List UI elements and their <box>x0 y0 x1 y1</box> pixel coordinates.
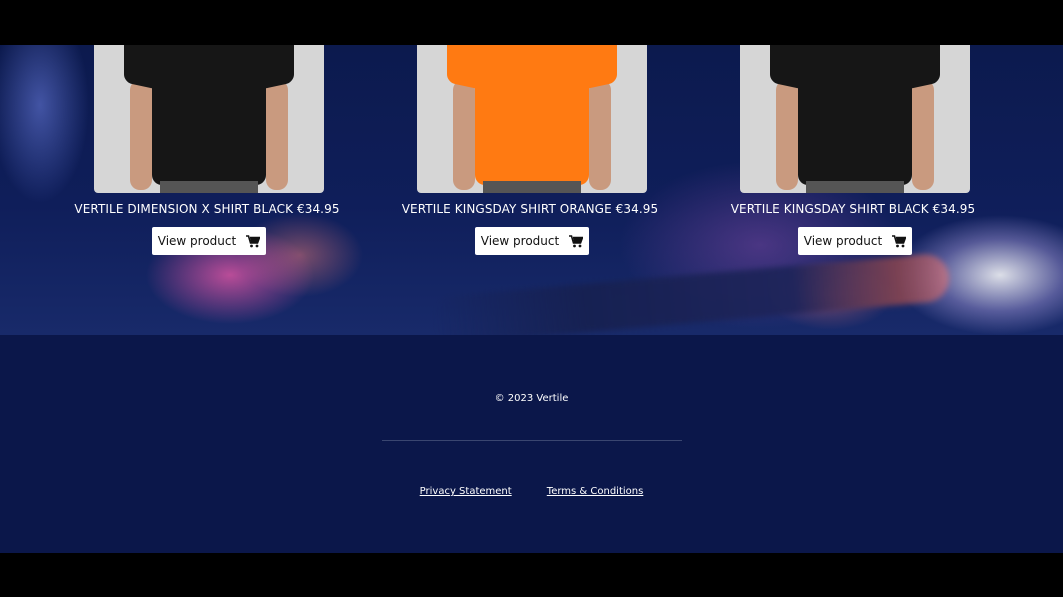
top-bar <box>0 0 1063 45</box>
tshirt-illustration <box>770 45 940 193</box>
shopping-cart-icon <box>246 234 261 247</box>
footer-links: Privacy Statement Terms & Conditions <box>0 479 1063 498</box>
product-card: VERTILE KINGSDAY SHIRT ORANGE €34.95 Vie… <box>380 45 680 275</box>
tshirt-illustration <box>124 45 294 193</box>
view-product-button[interactable]: View product <box>152 227 266 255</box>
view-product-button[interactable]: View product <box>798 227 912 255</box>
product-image[interactable] <box>417 45 647 193</box>
product-title: VERTILE DIMENSION X SHIRT BLACK €34.95 <box>74 202 340 216</box>
product-image[interactable] <box>740 45 970 193</box>
view-product-label: View product <box>803 234 883 248</box>
shopping-cart-icon <box>892 234 907 247</box>
product-grid: VERTILE DIMENSION X SHIRT BLACK €34.95 V… <box>0 45 1063 335</box>
product-section: VERTILE DIMENSION X SHIRT BLACK €34.95 V… <box>0 45 1063 335</box>
tshirt-illustration <box>447 45 617 193</box>
product-image[interactable] <box>94 45 324 193</box>
shopping-cart-icon <box>569 234 584 247</box>
view-product-label: View product <box>480 234 560 248</box>
site-footer: © 2023 Vertile Privacy Statement Terms &… <box>0 335 1063 553</box>
footer-divider <box>382 440 682 441</box>
privacy-statement-link[interactable]: Privacy Statement <box>420 486 512 497</box>
product-title: VERTILE KINGSDAY SHIRT BLACK €34.95 <box>730 202 976 216</box>
product-card: VERTILE KINGSDAY SHIRT BLACK €34.95 View… <box>703 45 1003 275</box>
bottom-bar <box>0 553 1063 597</box>
view-product-button[interactable]: View product <box>475 227 589 255</box>
copyright-text: © 2023 Vertile <box>494 393 569 404</box>
terms-conditions-link[interactable]: Terms & Conditions <box>547 486 644 497</box>
product-title: VERTILE KINGSDAY SHIRT ORANGE €34.95 <box>401 202 659 216</box>
view-product-label: View product <box>157 234 237 248</box>
product-card: VERTILE DIMENSION X SHIRT BLACK €34.95 V… <box>57 45 357 275</box>
